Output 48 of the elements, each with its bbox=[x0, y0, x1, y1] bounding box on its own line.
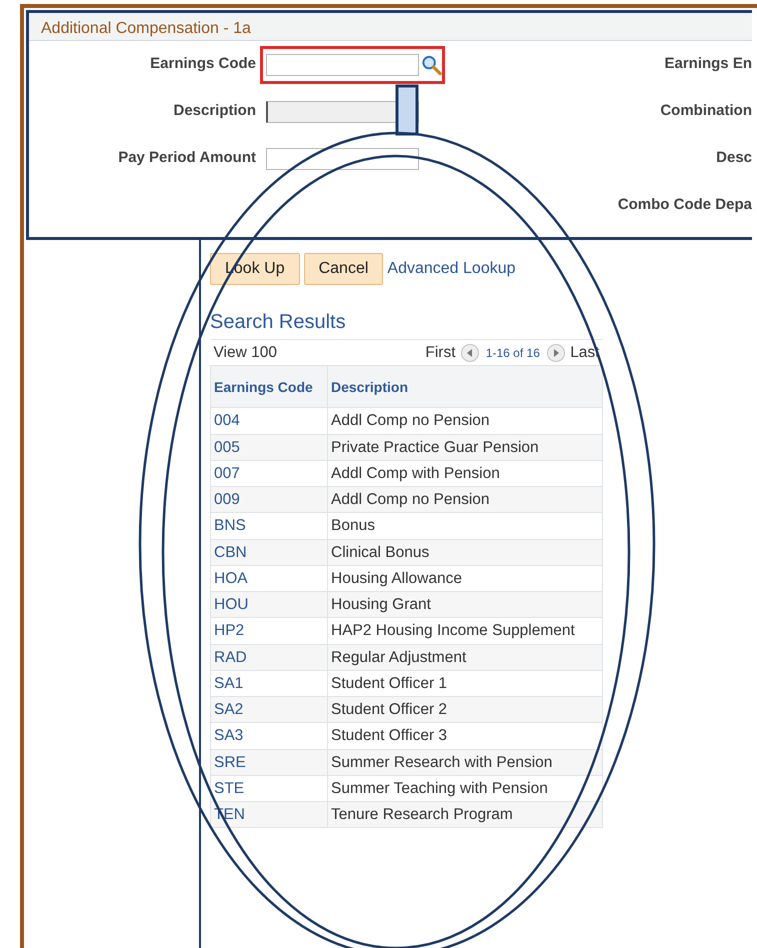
view-all-link[interactable]: View 100 bbox=[214, 344, 277, 361]
column-header: Description bbox=[328, 366, 602, 408]
table-cell: Student Officer 3 bbox=[328, 722, 602, 749]
field-label: Desc bbox=[715, 148, 752, 168]
field-label: Earnings En bbox=[663, 54, 752, 74]
table-cell: Tenure Research Program bbox=[328, 802, 602, 828]
table-cell: Private Practice Guar Pension bbox=[328, 434, 602, 460]
table-cell: Housing Grant bbox=[328, 592, 602, 618]
code-link[interactable]: HOA bbox=[214, 570, 248, 587]
page-range: 1-16 of 16 bbox=[486, 346, 540, 360]
input-field[interactable] bbox=[266, 148, 419, 170]
table-cell: Addl Comp no Pension bbox=[328, 408, 602, 434]
code-link[interactable]: 005 bbox=[214, 438, 240, 456]
table-cell: Clinical Bonus bbox=[328, 539, 602, 566]
field-label: Pay Period Amount bbox=[117, 148, 257, 168]
code-link[interactable]: HP2 bbox=[214, 622, 244, 640]
table-cell: Addl Comp no Pension bbox=[328, 486, 602, 513]
table-cell: Regular Adjustment bbox=[328, 644, 602, 670]
code-link[interactable]: CBN bbox=[214, 544, 247, 560]
code-link[interactable]: SA3 bbox=[214, 727, 244, 744]
field-label: Earnings Code bbox=[149, 54, 257, 74]
table-cell: HAP2 Housing Income Supplement bbox=[328, 618, 602, 644]
table-cell: Summer Research with Pension bbox=[328, 749, 602, 776]
lookup-button[interactable]: Cancel bbox=[304, 253, 384, 285]
code-link[interactable]: RAD bbox=[214, 648, 247, 666]
input-field[interactable] bbox=[266, 54, 419, 76]
table-cell: Bonus bbox=[328, 512, 602, 539]
column-header: Earnings Code bbox=[210, 366, 328, 408]
code-link[interactable]: SA2 bbox=[214, 701, 244, 718]
code-link[interactable]: 004 bbox=[214, 412, 240, 430]
section-title: Search Results bbox=[210, 310, 347, 335]
panel-title: Additional Compensation - 1a bbox=[29, 13, 752, 41]
next-icon[interactable] bbox=[546, 342, 566, 363]
advanced-lookup-link[interactable]: Advanced Lookup bbox=[387, 257, 516, 281]
previous-icon[interactable] bbox=[460, 342, 480, 363]
code-link[interactable]: SRE bbox=[214, 754, 246, 770]
search-icon[interactable] bbox=[421, 54, 442, 76]
field-label: Description bbox=[172, 101, 257, 122]
field-label: Combination bbox=[659, 101, 752, 122]
code-link[interactable]: STE bbox=[214, 780, 244, 797]
code-link[interactable]: SA1 bbox=[214, 674, 244, 692]
field-label: Combo Code Depa bbox=[616, 195, 752, 216]
code-link[interactable]: 007 bbox=[214, 464, 240, 482]
code-link[interactable]: BNS bbox=[214, 517, 246, 534]
code-link[interactable]: 009 bbox=[214, 491, 240, 508]
code-link[interactable]: HOU bbox=[214, 596, 248, 613]
table-cell: Student Officer 2 bbox=[328, 696, 602, 723]
first-label: First bbox=[425, 344, 456, 361]
